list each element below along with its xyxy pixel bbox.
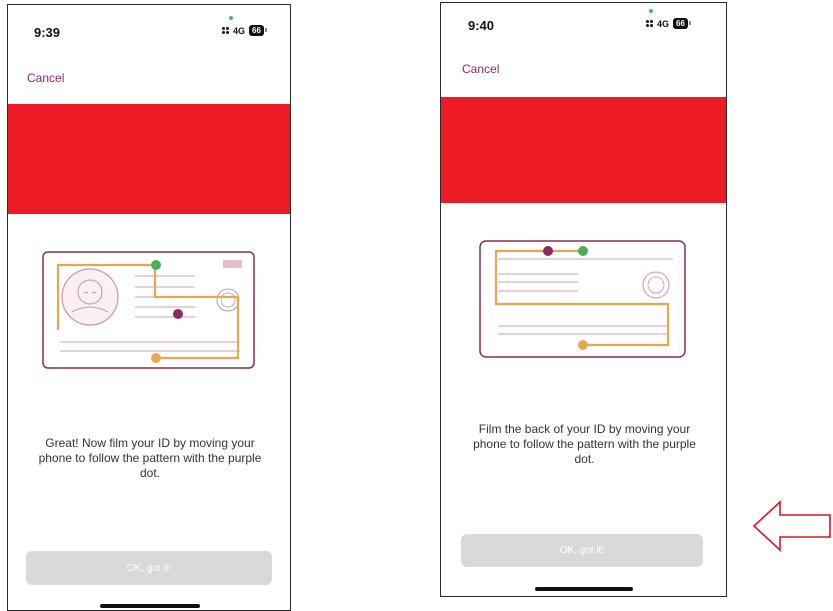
ok-got-it-button[interactable]: OK, got it! bbox=[26, 551, 272, 585]
camera-preview-banner bbox=[441, 97, 726, 203]
camera-preview-banner bbox=[8, 104, 290, 214]
path-start-dot bbox=[151, 353, 161, 363]
phone-screen-back: 9:40 4G 66 Cancel Film the back of your … bbox=[440, 2, 727, 597]
home-indicator bbox=[535, 587, 633, 591]
cancel-button[interactable]: Cancel bbox=[27, 71, 64, 85]
path-end-dot bbox=[578, 246, 588, 256]
instruction-text: Great! Now film your ID by moving your p… bbox=[38, 436, 262, 480]
ok-got-it-button[interactable]: OK, got it! bbox=[461, 534, 703, 567]
cancel-button[interactable]: Cancel bbox=[462, 62, 499, 76]
battery-icon: 66 bbox=[249, 25, 267, 36]
id-card-back-illustration bbox=[479, 240, 686, 358]
phone-screen-front: 9:39 4G 66 Cancel Great! Now film your I… bbox=[7, 4, 291, 611]
privacy-indicator-icon bbox=[649, 9, 653, 13]
network-label: 4G bbox=[657, 18, 670, 29]
home-indicator bbox=[100, 604, 200, 608]
status-icons: 4G 66 bbox=[222, 25, 267, 36]
left-arrow-outline-icon bbox=[752, 500, 831, 552]
path-start-dot bbox=[578, 340, 588, 350]
portrait-icon bbox=[61, 268, 119, 326]
signal-icon bbox=[646, 20, 653, 27]
network-label: 4G bbox=[233, 25, 246, 36]
status-time: 9:40 bbox=[468, 18, 495, 33]
instruction-text: Film the back of your ID by moving your … bbox=[473, 422, 696, 466]
battery-icon: 66 bbox=[673, 18, 691, 29]
status-icons: 4G 66 bbox=[646, 18, 691, 29]
card-chip-icon bbox=[223, 260, 242, 268]
path-end-dot bbox=[151, 260, 161, 270]
status-time: 9:39 bbox=[34, 25, 61, 40]
purple-tracking-dot bbox=[543, 246, 553, 256]
privacy-indicator-icon bbox=[229, 16, 233, 20]
id-card-front-illustration bbox=[42, 251, 255, 369]
signal-icon bbox=[222, 27, 229, 34]
purple-tracking-dot bbox=[173, 309, 183, 319]
